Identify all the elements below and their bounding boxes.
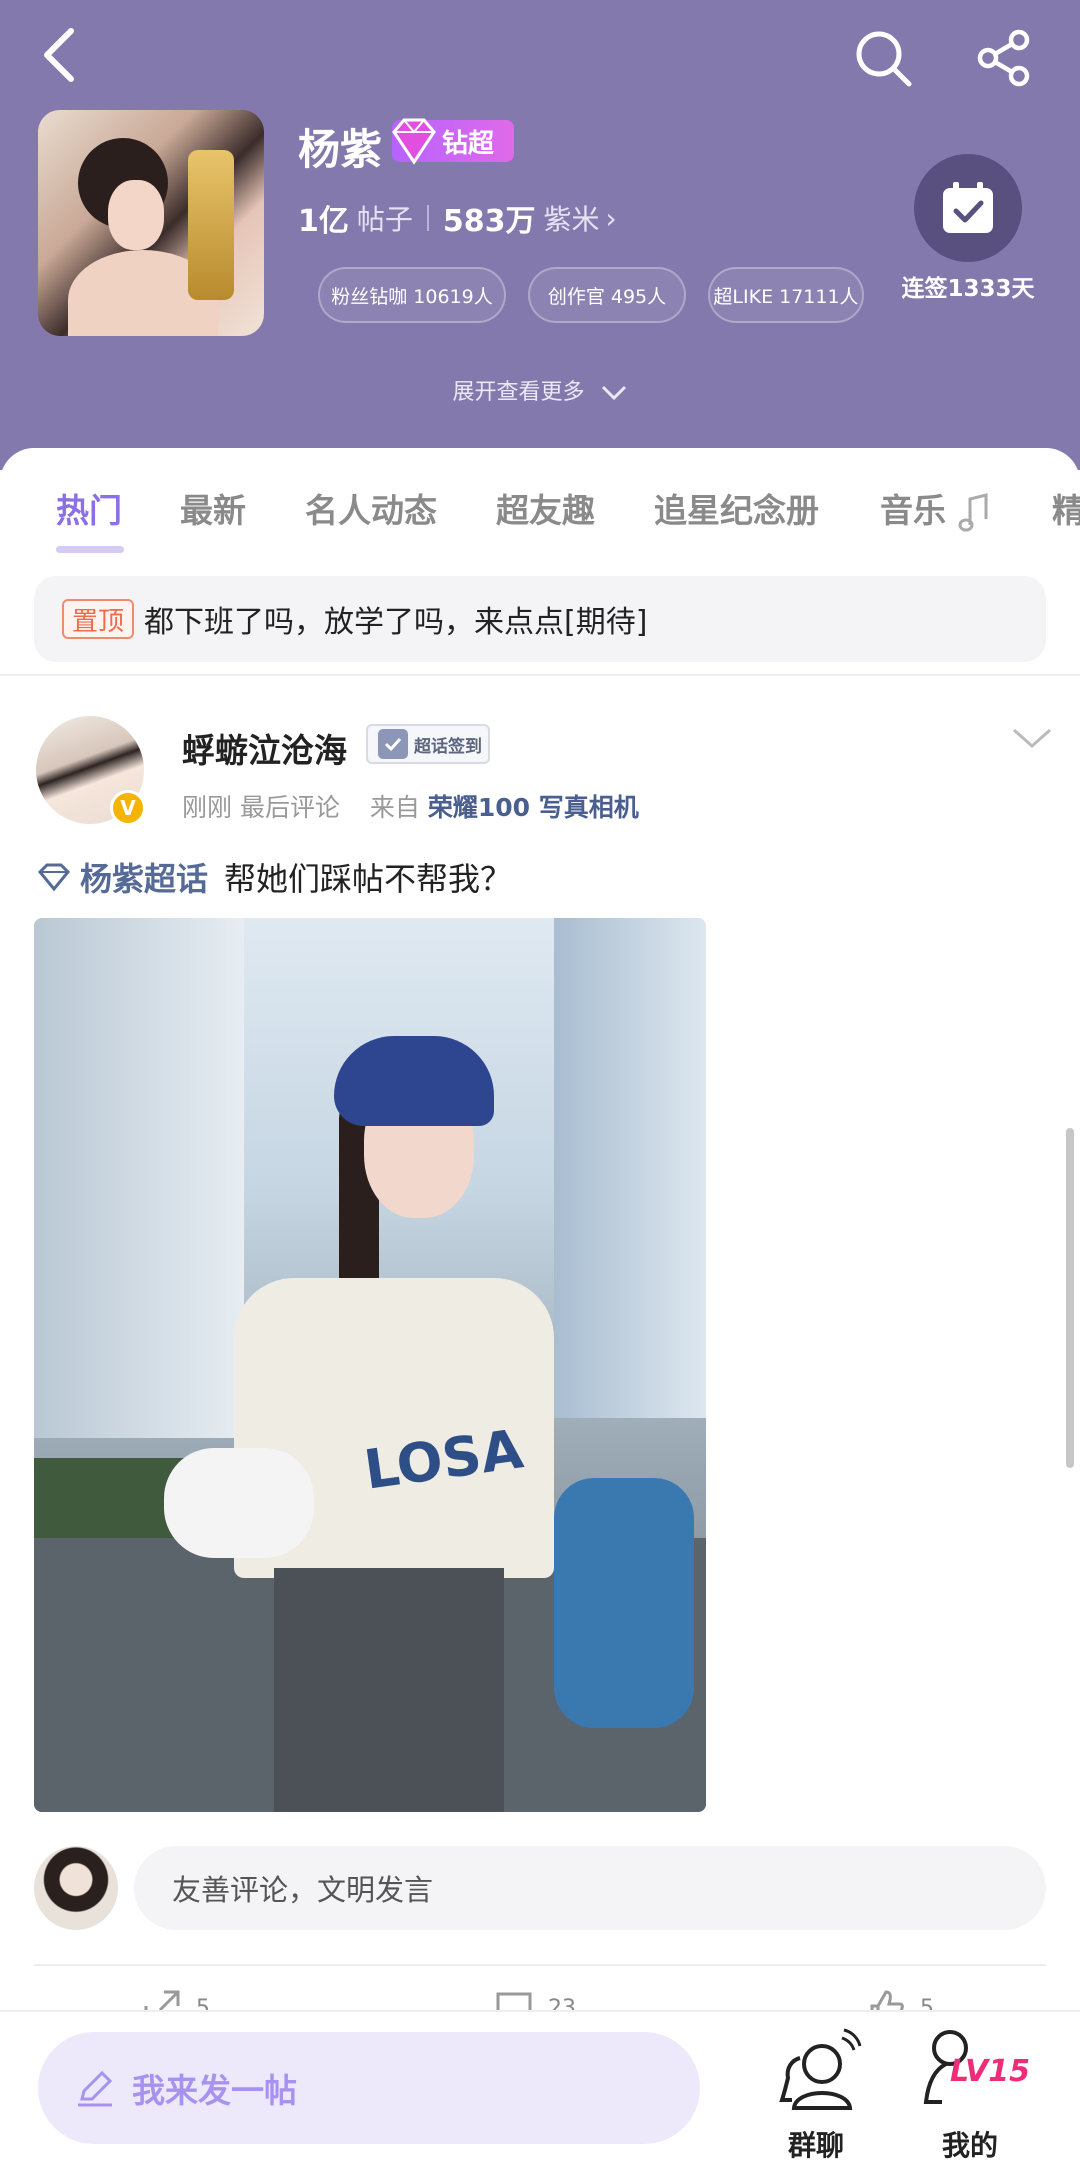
- stats-divider: [426, 205, 429, 231]
- pinned-post[interactable]: 置顶 都下班了吗，放学了吗，来点点[期待]: [34, 576, 1046, 662]
- tab-album[interactable]: 追星纪念册: [654, 484, 819, 532]
- search-button[interactable]: [845, 20, 921, 96]
- tab-featured[interactable]: 精: [1052, 484, 1080, 532]
- pencil-icon: [78, 2070, 113, 2107]
- fans-count: 583万: [442, 204, 536, 239]
- super-topic-badge[interactable]: 钻超: [392, 118, 514, 165]
- tab-fun[interactable]: 超友趣: [496, 484, 595, 532]
- post-meta: 刚刚 最后评论 来自 荣耀100 写真相机: [182, 788, 639, 824]
- chevron-down-icon: [1013, 728, 1051, 749]
- bottom-bar: 我来发一帖 群聊 LV15 我的: [0, 2010, 1080, 2164]
- checkin-badge: 超话签到: [366, 724, 490, 764]
- author-name[interactable]: 蜉蝣泣沧海: [182, 724, 347, 772]
- calendar-check-icon: [943, 182, 993, 233]
- super-badge-label: 钻超: [442, 128, 495, 159]
- post-body: 杨紫超话 帮她们踩帖不帮我？: [36, 854, 512, 900]
- nav-group-chat[interactable]: 群聊: [756, 2026, 876, 2162]
- fans-diamond-pill[interactable]: 粉丝钻咖 10619人: [318, 267, 506, 323]
- post-source-prefix: 来自: [369, 793, 420, 822]
- pinned-tag: 置顶: [62, 599, 135, 639]
- compose-label: 我来发一帖: [132, 2071, 297, 2110]
- verified-icon: V: [110, 790, 146, 826]
- feed-panel: 热门 最新 名人动态 超友趣 追星纪念册 音乐 精 置顶 都下班了吗，放学了吗，…: [0, 448, 1080, 2027]
- music-note-icon: [958, 492, 987, 531]
- creator-pill[interactable]: 创作官 495人: [528, 267, 686, 323]
- nav-me-label: 我的: [941, 2129, 998, 2162]
- level-badge: LV15: [950, 2054, 1030, 2089]
- checkin-button[interactable]: [914, 154, 1022, 262]
- super-topic-diamond-icon: [37, 863, 71, 892]
- nav-group-chat-label: 群聊: [787, 2129, 844, 2162]
- my-avatar[interactable]: [34, 1846, 118, 1930]
- diamond-icon: [392, 118, 436, 165]
- chevron-down-icon: [601, 385, 626, 401]
- share-icon: [977, 29, 1030, 87]
- post-time: 刚刚 最后评论: [182, 793, 340, 822]
- tab-music-label: 音乐: [880, 491, 946, 530]
- topic-avatar[interactable]: [38, 110, 264, 336]
- post-source-device[interactable]: 荣耀100 写真相机: [428, 793, 639, 822]
- expand-more-label: 展开查看更多: [452, 380, 585, 405]
- tab-music[interactable]: 音乐: [880, 484, 992, 533]
- fans-unit: 紫米: [543, 203, 600, 236]
- chevron-right-icon: ›: [605, 201, 617, 235]
- back-arrow-icon: [44, 28, 74, 82]
- section-divider: [0, 674, 1080, 676]
- actions-divider: [34, 1964, 1046, 1966]
- tab-bar: 热门 最新 名人动态 超友趣 追星纪念册 音乐 精: [0, 484, 1080, 564]
- compose-post-button[interactable]: 我来发一帖: [38, 2032, 700, 2144]
- super-like-pill[interactable]: 超LIKE 17111人: [708, 267, 864, 323]
- search-icon: [856, 31, 912, 87]
- checkin-badge-label: 超话签到: [414, 736, 482, 757]
- group-chat-icon: [779, 2028, 862, 2110]
- back-button[interactable]: [24, 20, 94, 90]
- tab-celebrity[interactable]: 名人动态: [305, 484, 437, 532]
- check-icon: [378, 729, 408, 759]
- post-menu-button[interactable]: [1010, 724, 1054, 764]
- topic-link[interactable]: 杨紫超话: [80, 854, 208, 900]
- topic-header: 杨紫 钻超 1亿 帖子 583万 紫米 › 粉丝钻咖 10619人 创作官 49…: [0, 0, 1080, 470]
- post-image[interactable]: LOSA: [34, 918, 706, 1812]
- tab-hot[interactable]: 热门: [56, 484, 122, 532]
- active-tab-indicator: [56, 546, 124, 553]
- nav-me[interactable]: LV15 我的: [910, 2026, 1030, 2162]
- topic-stats[interactable]: 1亿 帖子 583万 紫米 ›: [298, 196, 617, 240]
- tab-latest[interactable]: 最新: [180, 484, 246, 532]
- feed-scrollbar[interactable]: [1066, 1128, 1074, 1468]
- expand-more-button[interactable]: 展开查看更多: [0, 374, 1080, 406]
- pinned-text: 都下班了吗，放学了吗，来点点[期待]: [144, 605, 648, 640]
- topic-title: 杨紫: [298, 125, 383, 174]
- posts-count: 1亿: [298, 204, 349, 239]
- comment-input[interactable]: 友善评论，文明发言: [134, 1846, 1046, 1930]
- checkin-streak-label: 连签1333天: [901, 276, 1035, 302]
- post-text: 帮她们踩帖不帮我？: [224, 860, 513, 898]
- share-button[interactable]: [966, 20, 1042, 96]
- posts-unit: 帖子: [356, 203, 413, 236]
